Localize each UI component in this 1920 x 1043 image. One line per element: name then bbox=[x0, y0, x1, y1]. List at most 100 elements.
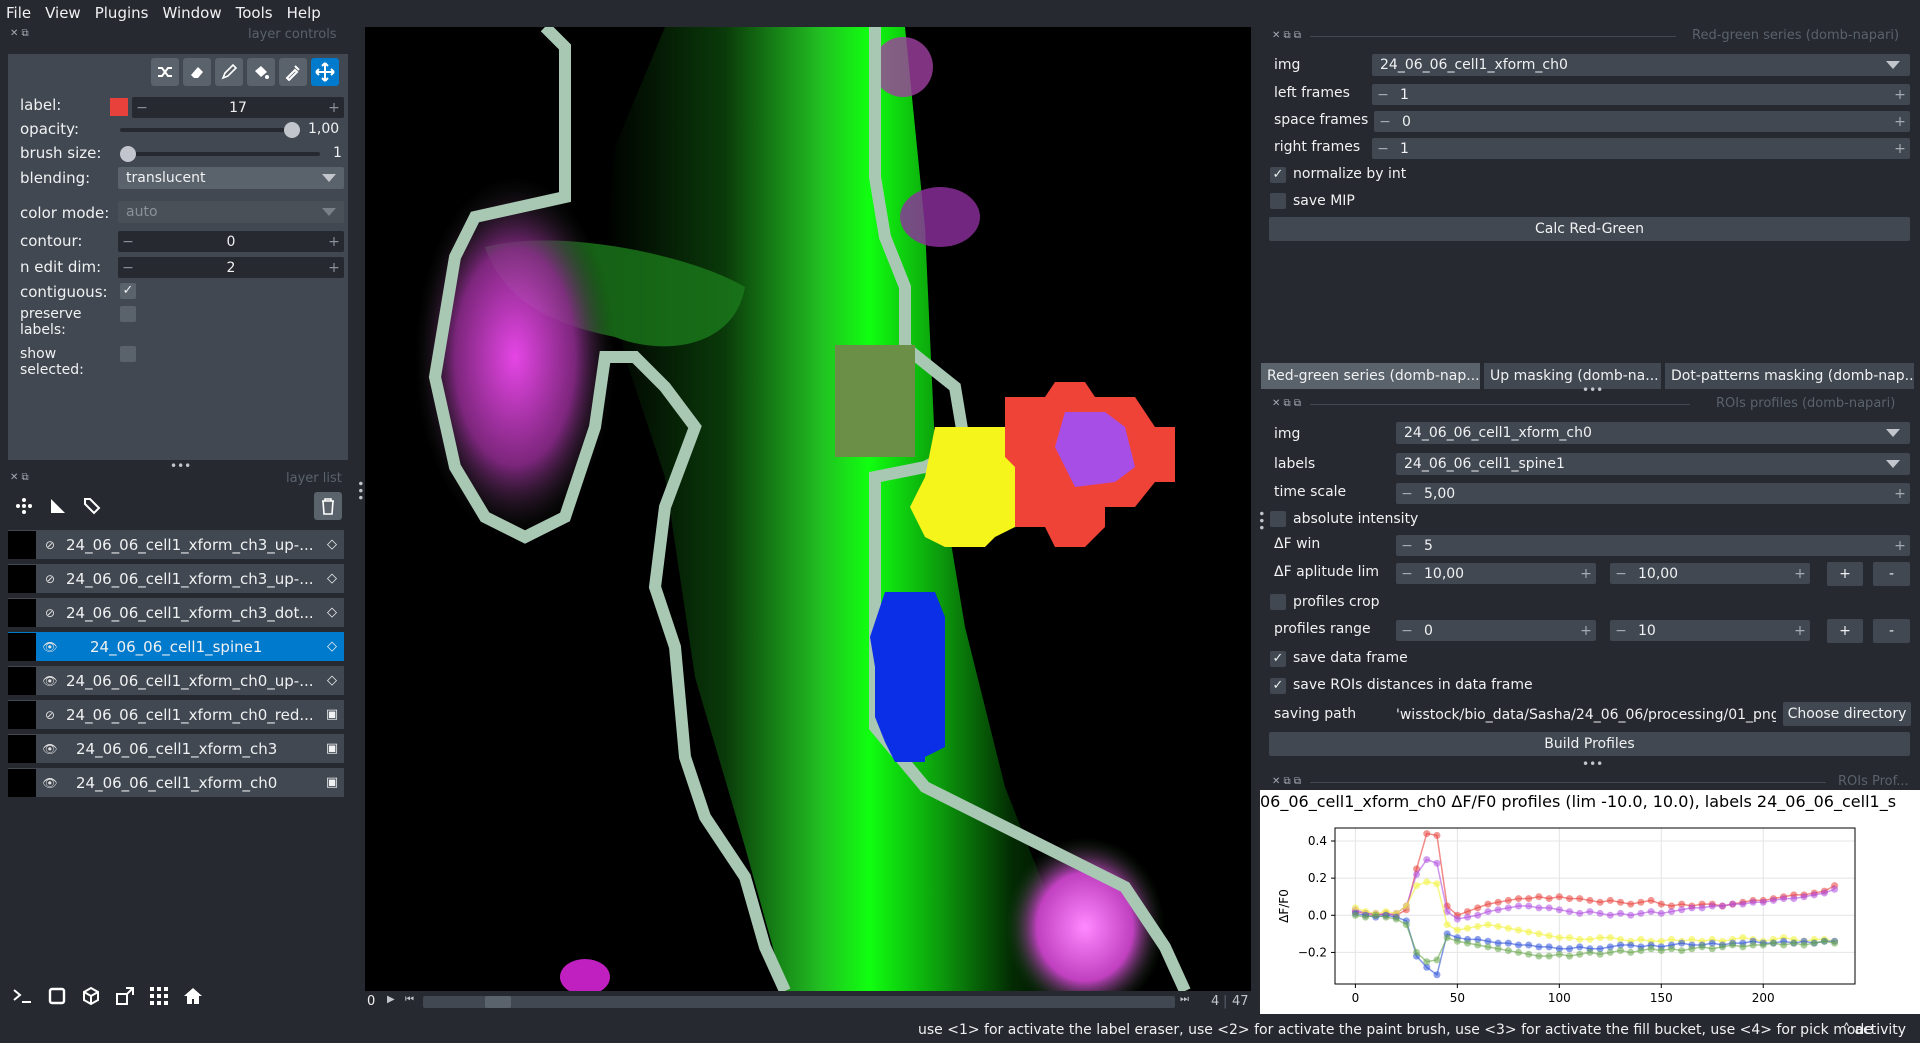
decrement-icon[interactable]: − bbox=[1396, 566, 1418, 582]
eraser-icon[interactable] bbox=[183, 58, 211, 86]
df-lim-remove-button[interactable]: - bbox=[1873, 562, 1910, 586]
roi-labels-select[interactable]: 24_06_06_cell1_spine1 bbox=[1396, 453, 1910, 475]
color-mode-select[interactable]: auto bbox=[118, 201, 344, 223]
label-spinbox[interactable]: − 17 + bbox=[132, 97, 344, 118]
color-picker-icon[interactable] bbox=[279, 58, 307, 86]
blending-select[interactable]: translucent bbox=[118, 167, 344, 189]
eye-off-icon[interactable]: ⊘ bbox=[40, 572, 60, 586]
menu-window[interactable]: Window bbox=[162, 4, 221, 22]
brush-size-slider-handle[interactable] bbox=[120, 146, 136, 162]
decrement-icon[interactable]: − bbox=[132, 100, 152, 116]
label-color-swatch[interactable] bbox=[110, 98, 128, 116]
increment-icon[interactable]: + bbox=[324, 260, 344, 276]
frame-slider-handle[interactable] bbox=[484, 996, 511, 1008]
profiles-crop-checkbox[interactable] bbox=[1270, 594, 1286, 610]
transpose-icon[interactable] bbox=[110, 981, 140, 1011]
decrement-icon[interactable]: − bbox=[1374, 114, 1396, 130]
frame-slider[interactable] bbox=[423, 996, 1175, 1008]
opacity-slider-handle[interactable] bbox=[284, 122, 300, 138]
increment-icon[interactable]: + bbox=[324, 100, 344, 116]
roi-img-select[interactable]: 24_06_06_cell1_xform_ch0 bbox=[1396, 422, 1910, 444]
df-win-spinbox[interactable]: −5 + bbox=[1396, 535, 1910, 556]
df-lim-max-spinbox[interactable]: −10,00 + bbox=[1610, 563, 1810, 584]
menu-view[interactable]: View bbox=[45, 4, 81, 22]
increment-icon[interactable]: + bbox=[1576, 623, 1596, 639]
increment-icon[interactable]: + bbox=[324, 234, 344, 250]
decrement-icon[interactable]: − bbox=[118, 260, 138, 276]
save-distances-checkbox[interactable]: ✓ bbox=[1270, 678, 1286, 694]
rg-left-spinbox[interactable]: −1 + bbox=[1372, 84, 1910, 105]
splitter-handle[interactable]: ••• bbox=[1582, 383, 1603, 397]
dock-close-icon[interactable]: ✕ ⧉ ⧉ bbox=[1272, 776, 1301, 787]
shuffle-icon[interactable] bbox=[151, 58, 179, 86]
layer-row[interactable]: ⊘ 24_06_06_cell1_xform_ch3_dot... ◇ bbox=[8, 598, 344, 627]
menu-plugins[interactable]: Plugins bbox=[95, 4, 149, 22]
menu-tools[interactable]: Tools bbox=[236, 4, 273, 22]
decrement-icon[interactable]: − bbox=[1396, 486, 1418, 502]
play-icon[interactable]: ▶ bbox=[387, 994, 395, 1005]
rg-right-spinbox[interactable]: −1 + bbox=[1372, 138, 1910, 159]
decrement-icon[interactable]: − bbox=[1610, 566, 1632, 582]
home-icon[interactable] bbox=[178, 981, 208, 1011]
dock-close-icon[interactable]: ✕ ⧉ ⧉ bbox=[1272, 30, 1301, 41]
console-icon[interactable] bbox=[8, 981, 38, 1011]
layer-row[interactable]: 👁 24_06_06_cell1_spine1 ◇ bbox=[8, 632, 344, 661]
increment-icon[interactable]: + bbox=[1576, 566, 1596, 582]
show-selected-checkbox[interactable] bbox=[120, 346, 136, 362]
rg-space-spinbox[interactable]: −0 + bbox=[1374, 111, 1910, 132]
layer-row[interactable]: ⊘ 24_06_06_cell1_xform_ch3_up-... ◇ bbox=[8, 530, 344, 559]
calc-red-green-button[interactable]: Calc Red-Green bbox=[1269, 217, 1910, 241]
choose-directory-button[interactable]: Choose directory bbox=[1783, 702, 1911, 726]
profiles-range-add-button[interactable]: + bbox=[1827, 619, 1863, 643]
brush-size-slider[interactable] bbox=[120, 146, 320, 162]
splitter-handle[interactable]: ••• bbox=[1254, 510, 1268, 531]
decrement-icon[interactable]: − bbox=[1396, 538, 1418, 554]
ndisplay-square-icon[interactable] bbox=[42, 981, 72, 1011]
dock-float-icon[interactable]: ✕ ⧉ bbox=[10, 28, 29, 39]
profiles-range-max-spinbox[interactable]: −10 + bbox=[1610, 620, 1810, 641]
opacity-slider[interactable] bbox=[120, 122, 300, 138]
build-profiles-button[interactable]: Build Profiles bbox=[1269, 732, 1910, 756]
layer-row[interactable]: 👁 24_06_06_cell1_xform_ch0 ▣ bbox=[8, 768, 344, 797]
decrement-icon[interactable]: − bbox=[1610, 623, 1632, 639]
eye-icon[interactable]: 👁 bbox=[40, 776, 60, 790]
paint-brush-icon[interactable] bbox=[215, 58, 243, 86]
skip-start-icon[interactable]: ⏮ bbox=[405, 994, 414, 1005]
eye-icon[interactable]: 👁 bbox=[40, 674, 60, 688]
eye-off-icon[interactable]: ⊘ bbox=[40, 538, 60, 552]
normalize-checkbox[interactable]: ✓ bbox=[1270, 167, 1286, 183]
increment-icon[interactable]: + bbox=[1890, 87, 1910, 103]
increment-icon[interactable]: + bbox=[1890, 114, 1910, 130]
eye-off-icon[interactable]: ⊘ bbox=[40, 708, 60, 722]
new-shapes-layer-icon[interactable] bbox=[44, 492, 72, 520]
profiles-range-remove-button[interactable]: - bbox=[1873, 619, 1910, 643]
eye-off-icon[interactable]: ⊘ bbox=[40, 606, 60, 620]
preserve-labels-checkbox[interactable] bbox=[120, 306, 136, 322]
delete-layer-icon[interactable] bbox=[314, 492, 342, 520]
save-data-frame-checkbox[interactable]: ✓ bbox=[1270, 651, 1286, 667]
decrement-icon[interactable]: − bbox=[1372, 141, 1394, 157]
new-points-layer-icon[interactable] bbox=[10, 492, 38, 520]
saving-path-input[interactable]: 'wisstock/bio_data/Sasha/24_06_06/proces… bbox=[1396, 704, 1776, 726]
splitter-handle[interactable]: ••• bbox=[170, 459, 191, 473]
dock-float-icon[interactable]: ✕ ⧉ bbox=[10, 472, 29, 483]
profiles-range-min-spinbox[interactable]: −0 + bbox=[1396, 620, 1596, 641]
dock-close-icon[interactable]: ✕ ⧉ ⧉ bbox=[1272, 398, 1301, 409]
save-mip-checkbox[interactable] bbox=[1270, 193, 1286, 209]
menu-file[interactable]: File bbox=[6, 4, 31, 22]
tab-up-masking[interactable]: Up masking (domb-na... bbox=[1484, 363, 1661, 389]
decrement-icon[interactable]: − bbox=[1396, 623, 1418, 639]
fill-bucket-icon[interactable] bbox=[247, 58, 275, 86]
layer-row[interactable]: 👁 24_06_06_cell1_xform_ch3 ▣ bbox=[8, 734, 344, 763]
eye-icon[interactable]: 👁 bbox=[40, 640, 60, 654]
decrement-icon[interactable]: − bbox=[118, 234, 138, 250]
absolute-intensity-checkbox[interactable] bbox=[1270, 511, 1286, 527]
df-lim-add-button[interactable]: + bbox=[1827, 562, 1863, 586]
decrement-icon[interactable]: − bbox=[1372, 87, 1394, 103]
increment-icon[interactable]: + bbox=[1890, 538, 1910, 554]
layer-row[interactable]: 👁 24_06_06_cell1_xform_ch0_up-... ◇ bbox=[8, 666, 344, 695]
df-lim-min-spinbox[interactable]: −10,00 + bbox=[1396, 563, 1596, 584]
layer-row[interactable]: ⊘ 24_06_06_cell1_xform_ch3_up-... ◇ bbox=[8, 564, 344, 593]
skip-end-icon[interactable]: ⏭ bbox=[1180, 994, 1189, 1005]
splitter-handle[interactable]: ••• bbox=[1582, 757, 1603, 771]
